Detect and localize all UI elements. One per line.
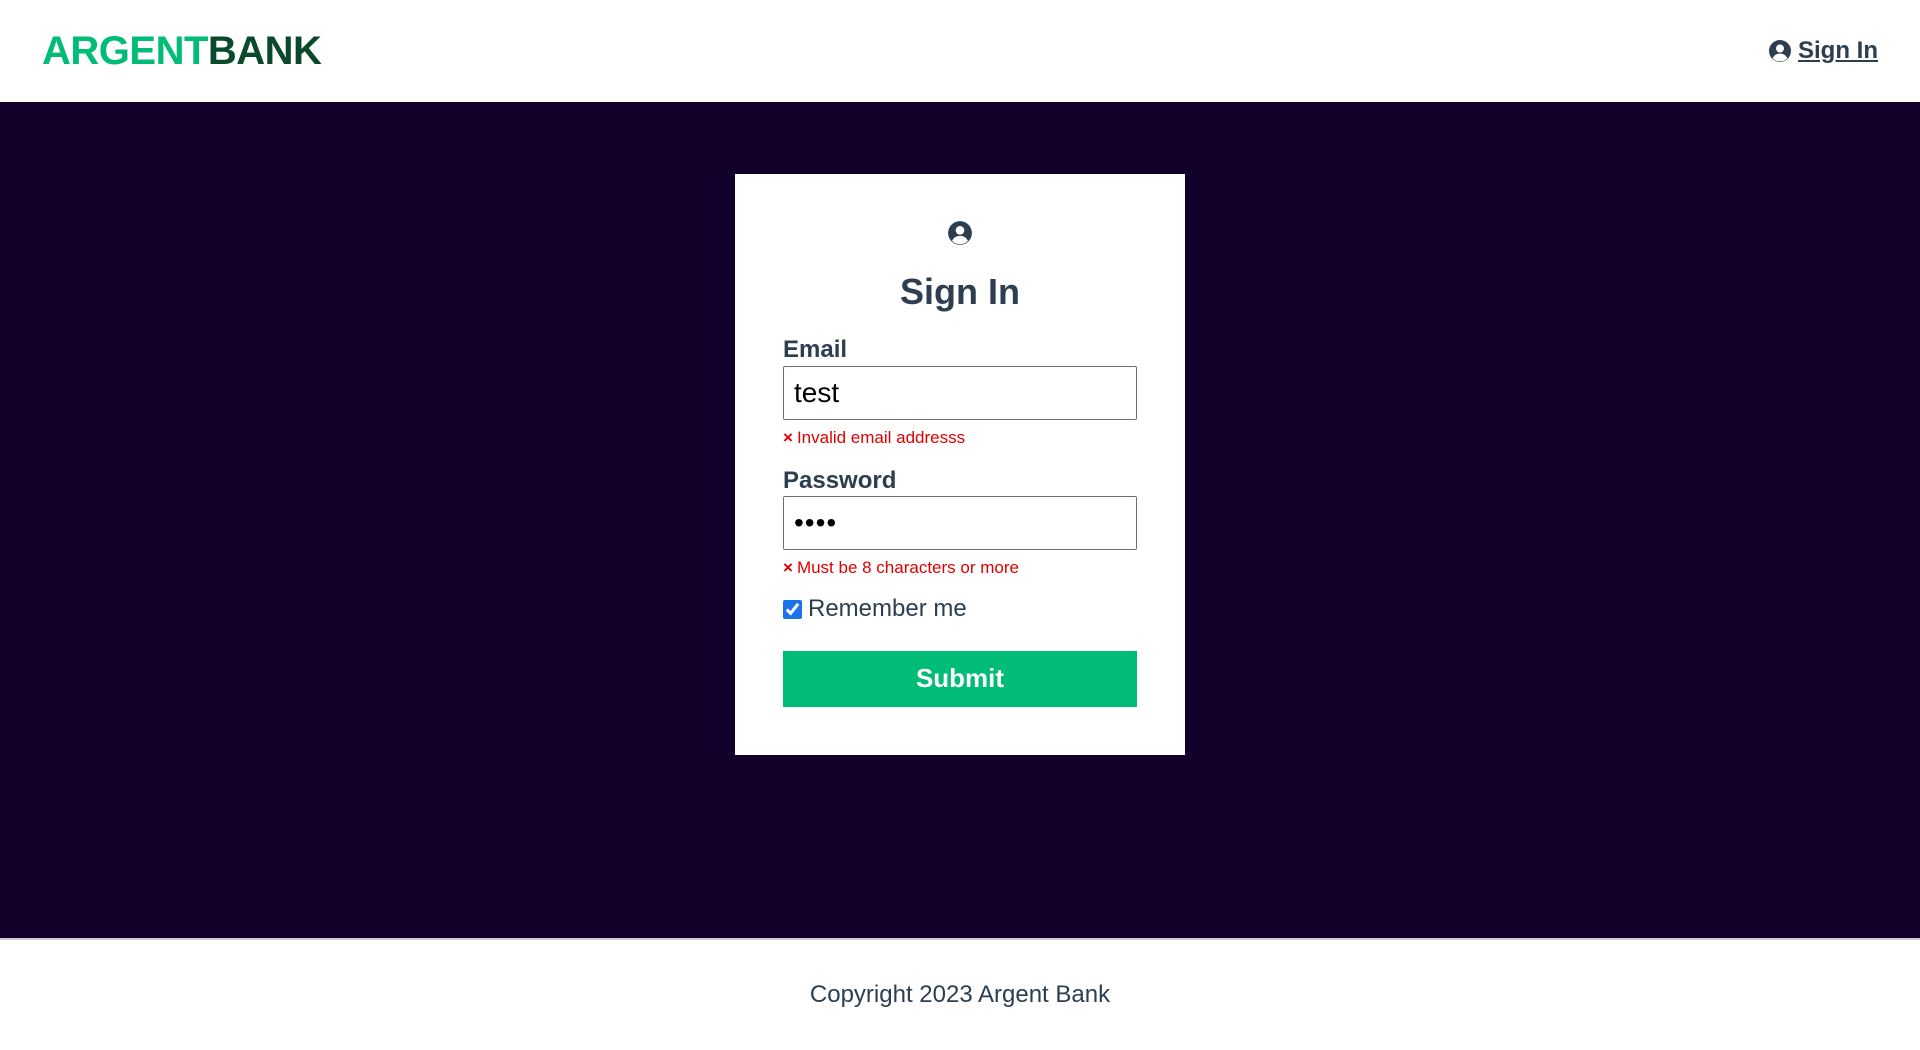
logo-text-bank: BANK — [207, 29, 322, 73]
footer: Copyright 2023 Argent Bank — [0, 938, 1920, 1050]
signin-title: Sign In — [900, 271, 1020, 312]
email-label: Email — [783, 336, 848, 364]
nav-signin-link[interactable]: Sign In — [1768, 37, 1878, 65]
remember-me-row: Remember me — [783, 595, 1137, 623]
user-circle-icon — [1769, 40, 1791, 62]
password-error-text: Must be 8 characters or more — [796, 558, 1019, 578]
error-x-icon: × — [783, 427, 793, 447]
user-circle-icon — [948, 221, 972, 245]
email-field[interactable] — [783, 365, 1137, 420]
email-error: × Invalid email addresss — [783, 428, 1137, 448]
error-x-icon: × — [783, 558, 793, 578]
argent-bank-logo[interactable]: ARGENT BANK — [42, 29, 322, 73]
nav-signin-label: Sign In — [1798, 37, 1878, 64]
submit-button[interactable]: Submit — [783, 650, 1137, 707]
top-navigation: ARGENT BANK Sign In — [0, 0, 1920, 102]
remember-me-label[interactable]: Remember me — [808, 595, 967, 623]
password-field[interactable] — [783, 496, 1137, 551]
email-error-text: Invalid email addresss — [796, 427, 966, 447]
remember-me-checkbox[interactable] — [783, 600, 802, 620]
signin-card: Sign In Email × Invalid email addresss P… — [735, 174, 1185, 755]
password-label: Password — [783, 466, 897, 494]
main-content: Sign In Email × Invalid email addresss P… — [0, 102, 1920, 938]
password-error: × Must be 8 characters or more — [783, 558, 1137, 578]
copyright-text: Copyright 2023 Argent Bank — [809, 981, 1111, 1008]
logo-text-argent: ARGENT — [42, 29, 208, 73]
